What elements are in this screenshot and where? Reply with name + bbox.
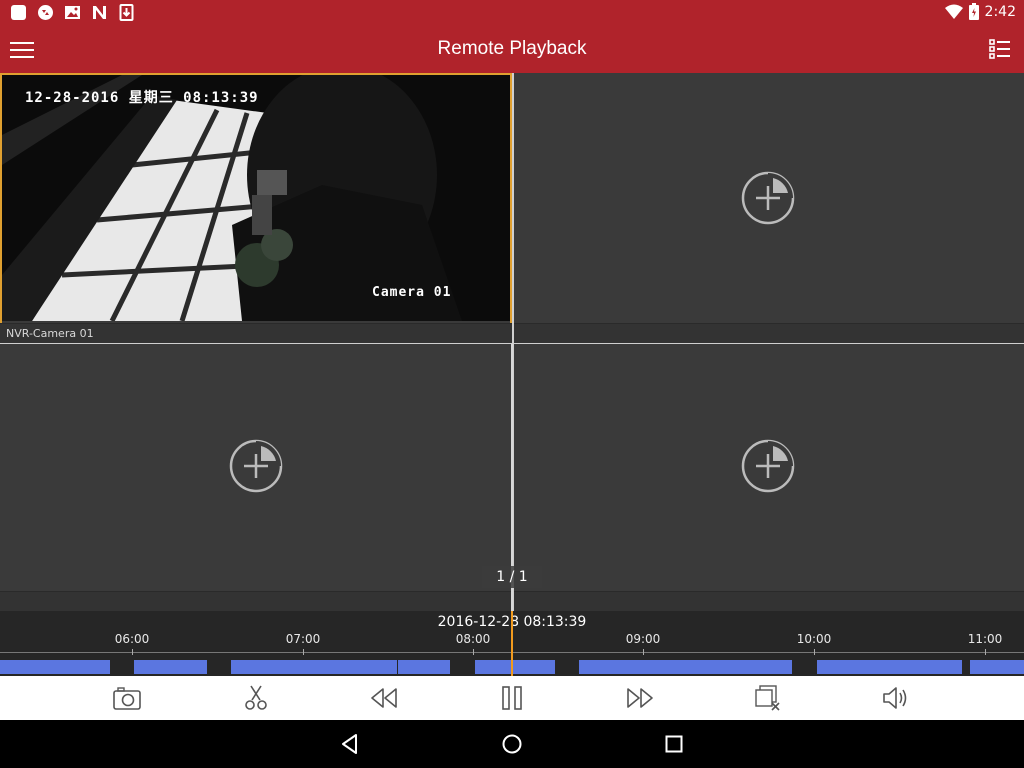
wifi-icon xyxy=(944,4,963,19)
recents-icon[interactable] xyxy=(662,732,686,756)
page-title: Remote Playback xyxy=(437,38,587,59)
playback-controls xyxy=(0,676,1024,720)
stop-all-icon[interactable] xyxy=(753,684,783,712)
battery-icon xyxy=(968,3,979,20)
cell-footer: NVR-Camera 01 xyxy=(0,323,512,343)
timeline-hour-label: 10:00 xyxy=(796,632,832,646)
timeline-tick xyxy=(473,649,474,655)
audio-icon[interactable] xyxy=(881,684,911,712)
home-icon[interactable] xyxy=(500,732,524,756)
system-nav-bar xyxy=(0,720,1024,768)
timeline-hour-label: 11:00 xyxy=(967,632,1003,646)
notification-icons xyxy=(10,4,135,21)
capture-icon[interactable] xyxy=(112,684,142,712)
recording-segment[interactable] xyxy=(134,660,207,674)
download-icon xyxy=(119,4,134,21)
recording-segment[interactable] xyxy=(231,660,397,674)
recording-segment[interactable] xyxy=(970,660,1024,674)
timeline-hour-label: 06:00 xyxy=(114,632,150,646)
recording-segment[interactable] xyxy=(817,660,962,674)
camera-feed[interactable]: 12-28-2016 星期三 08:13:39 Camera 01 xyxy=(2,75,510,321)
add-camera-icon[interactable] xyxy=(740,170,796,226)
rewind-icon[interactable] xyxy=(369,684,399,712)
status-bar: 2:42 xyxy=(0,0,1024,26)
camera-label: NVR-Camera 01 xyxy=(6,327,94,340)
add-camera-icon[interactable] xyxy=(740,438,796,494)
timeline-tick xyxy=(814,649,815,655)
cell-footer xyxy=(514,591,1024,611)
cell-footer xyxy=(0,591,512,611)
clip-icon[interactable] xyxy=(241,684,271,712)
app-bar: Remote Playback xyxy=(0,26,1024,73)
system-icons: 2:42 xyxy=(944,3,1016,20)
osd-datetime: 12-28-2016 星期三 08:13:39 xyxy=(25,90,259,106)
fast-forward-icon[interactable] xyxy=(625,684,655,712)
timeline-tick xyxy=(643,649,644,655)
timeline-tick xyxy=(985,649,986,655)
sync-icon xyxy=(38,5,53,20)
timeline-cursor[interactable] xyxy=(511,611,513,676)
image-icon xyxy=(65,6,80,19)
video-cell-4[interactable] xyxy=(514,344,1024,611)
app-icon xyxy=(11,5,26,20)
recording-segment[interactable] xyxy=(579,660,792,674)
cell-footer xyxy=(514,323,1024,343)
video-cell-2[interactable] xyxy=(514,73,1024,343)
timeline-hour-label: 07:00 xyxy=(285,632,321,646)
recording-segment[interactable] xyxy=(475,660,555,674)
playback-timeline[interactable]: 2016-12-28 08:13:39 06:00 07:00 08:00 09… xyxy=(0,611,1024,676)
add-camera-icon[interactable] xyxy=(228,438,284,494)
page-indicator: 1 / 1 xyxy=(482,566,542,588)
pause-icon[interactable] xyxy=(497,684,527,712)
timeline-hour-label: 09:00 xyxy=(625,632,661,646)
clock: 2:42 xyxy=(984,3,1016,20)
channel-list-icon[interactable] xyxy=(988,37,1012,61)
osd-camera-name: Camera 01 xyxy=(372,285,452,300)
nfc-icon xyxy=(93,6,106,19)
timeline-tick xyxy=(132,649,133,655)
recording-segment[interactable] xyxy=(398,660,450,674)
video-cell-1[interactable]: 12-28-2016 星期三 08:13:39 Camera 01 NVR-Ca… xyxy=(0,73,512,343)
back-icon[interactable] xyxy=(338,732,362,756)
video-cell-3[interactable] xyxy=(0,344,512,611)
timeline-tick xyxy=(303,649,304,655)
recording-segment[interactable] xyxy=(0,660,110,674)
timeline-hour-label: 08:00 xyxy=(455,632,491,646)
